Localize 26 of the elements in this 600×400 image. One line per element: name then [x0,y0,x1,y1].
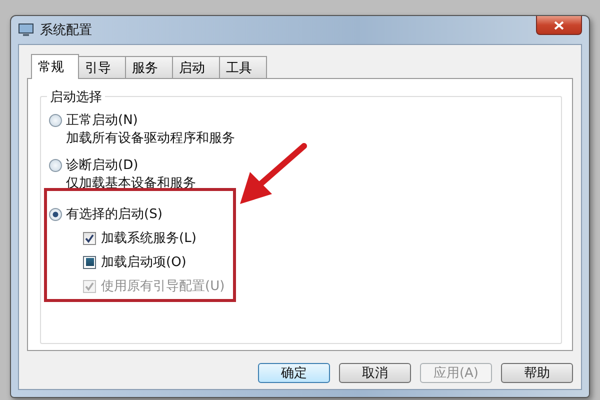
tab[interactable]: 启动 [172,56,220,78]
option-description: 仅加载基本设备和服务 [66,175,197,192]
radio-button[interactable] [49,158,62,172]
radio-button[interactable] [49,208,62,220]
monitor-icon [18,23,34,37]
window-title: 系统配置 [40,22,92,39]
checkbox-label: 加载系统服务(L) [101,230,196,247]
dialog-button[interactable]: 帮助 [501,363,573,383]
radio-button[interactable] [49,114,62,126]
dialog-button[interactable]: 确定 [258,363,330,383]
option-description: 加载所有设备驱动程序和服务 [66,130,236,147]
tab[interactable]: 工具 [219,56,267,78]
radio-label: 正常启动(N) [66,112,138,129]
group-title: 启动选择 [47,88,105,106]
tab[interactable]: 引导 [78,56,126,78]
close-button[interactable] [536,16,582,35]
radio-label: 诊断启动(D) [66,157,138,174]
radio-label: 有选择的启动(S) [66,206,162,223]
dialog-button[interactable]: 取消 [339,363,411,383]
checkbox[interactable] [83,232,96,244]
close-icon [554,20,564,30]
checkbox-label: 使用原有引导配置(U) [101,278,225,295]
checkbox-label: 加载启动项(O) [101,254,186,271]
tab[interactable]: 常规 [31,54,79,79]
checkbox[interactable] [83,256,96,268]
tab[interactable]: 服务 [125,56,173,78]
